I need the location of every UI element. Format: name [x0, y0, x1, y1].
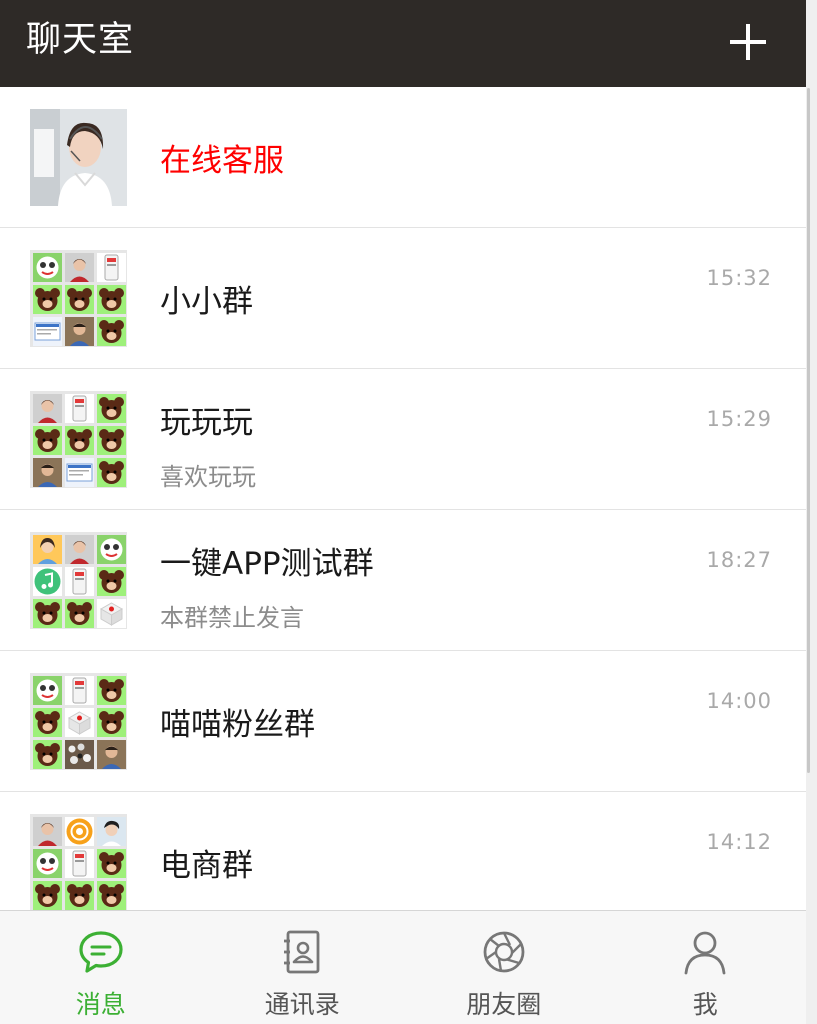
chat-time: 14:00	[706, 689, 772, 713]
tab-contacts[interactable]: 通讯录	[202, 911, 404, 1024]
bear-avatar-icon	[33, 740, 62, 769]
bear-avatar-icon	[97, 458, 126, 487]
chat-preview: 喜欢玩玩	[160, 463, 256, 491]
member-avatar	[65, 253, 94, 282]
bear-avatar-icon	[33, 708, 62, 737]
member-avatar	[97, 535, 126, 564]
group-avatar	[30, 814, 127, 910]
chat-list[interactable]: 在线客服 小小群 15:32 玩玩玩 喜欢玩玩 15:29 一键APP测试群 本…	[0, 87, 806, 910]
chat-row[interactable]: 电商群 14:12	[0, 792, 806, 910]
chat-time: 14:12	[706, 830, 772, 854]
member-avatar	[65, 317, 94, 346]
dice-icon	[97, 599, 126, 628]
member-avatar	[65, 849, 94, 878]
member-avatar	[65, 740, 94, 769]
member-avatar	[33, 817, 62, 846]
avatar	[30, 109, 127, 206]
contacts-book-icon	[284, 930, 320, 974]
top-bar: 聊天室	[0, 0, 808, 87]
customer-service-avatar-icon	[30, 109, 127, 206]
tab-messages[interactable]: 消息	[0, 911, 202, 1024]
chat-row-customer-service[interactable]: 在线客服	[0, 87, 806, 228]
group-avatar	[30, 673, 127, 770]
member-avatar	[33, 458, 62, 487]
chat-row[interactable]: 玩玩玩 喜欢玩玩 15:29	[0, 369, 806, 510]
group-avatar	[30, 391, 127, 488]
tab-moments[interactable]: 朋友圈	[403, 911, 605, 1024]
member-avatar	[65, 535, 94, 564]
chat-time: 18:27	[706, 548, 772, 572]
member-avatar	[65, 394, 94, 423]
chat-time: 15:29	[706, 407, 772, 431]
tab-label: 通讯录	[264, 990, 340, 1019]
bear-avatar-icon	[33, 426, 62, 455]
bear-avatar-icon	[97, 881, 126, 910]
chat-row[interactable]: 喵喵粉丝群 14:00	[0, 651, 806, 792]
bear-avatar-icon	[65, 285, 94, 314]
person-icon	[684, 931, 726, 975]
tab-me[interactable]: 我	[605, 911, 807, 1024]
tab-label: 朋友圈	[466, 990, 542, 1019]
bear-avatar-icon	[97, 567, 126, 596]
member-avatar	[33, 849, 62, 878]
member-avatar	[97, 740, 126, 769]
page-title: 聊天室	[26, 20, 135, 60]
chat-name: 小小群	[160, 284, 253, 320]
chat-bubble-icon	[79, 931, 123, 973]
bear-avatar-icon	[97, 426, 126, 455]
bear-avatar-icon	[33, 285, 62, 314]
chat-time: 15:32	[706, 266, 772, 290]
bear-avatar-icon	[97, 285, 126, 314]
chat-name: 电商群	[160, 848, 253, 884]
bear-avatar-icon	[65, 426, 94, 455]
group-avatar	[30, 250, 127, 347]
member-avatar	[33, 535, 62, 564]
chat-row[interactable]: 小小群 15:32	[0, 228, 806, 369]
bear-avatar-icon	[97, 676, 126, 705]
target-icon	[65, 817, 94, 846]
member-avatar	[65, 458, 94, 487]
bear-avatar-icon	[33, 599, 62, 628]
bear-avatar-icon	[97, 317, 126, 346]
chat-name: 在线客服	[160, 143, 284, 179]
chat-room-screen: 聊天室 在线客服 小小群 15:32 玩玩玩 喜欢玩玩 15:29 一键APP测…	[0, 0, 817, 1024]
music-icon	[33, 567, 62, 596]
dice-icon	[65, 708, 94, 737]
bear-avatar-icon	[33, 881, 62, 910]
tab-label: 我	[692, 990, 718, 1019]
scrollbar-thumb[interactable]	[807, 88, 810, 773]
bear-avatar-icon	[97, 394, 126, 423]
chat-preview: 本群禁止发言	[160, 604, 304, 632]
member-avatar	[97, 817, 126, 846]
chat-name: 喵喵粉丝群	[160, 707, 315, 743]
member-avatar	[33, 394, 62, 423]
camera-aperture-icon	[483, 931, 525, 973]
bear-avatar-icon	[97, 708, 126, 737]
bottom-tab-bar: 消息 通讯录 朋友圈 我	[0, 910, 806, 1024]
member-avatar	[65, 567, 94, 596]
chat-name: 玩玩玩	[160, 405, 253, 441]
member-avatar	[97, 253, 126, 282]
bear-avatar-icon	[65, 599, 94, 628]
group-avatar	[30, 532, 127, 629]
member-avatar	[65, 676, 94, 705]
plus-icon[interactable]	[730, 24, 766, 60]
chat-name: 一键APP测试群	[160, 546, 374, 582]
chat-row[interactable]: 一键APP测试群 本群禁止发言 18:27	[0, 510, 806, 651]
member-avatar	[33, 317, 62, 346]
bear-avatar-icon	[97, 849, 126, 878]
bear-avatar-icon	[65, 881, 94, 910]
member-avatar	[33, 676, 62, 705]
tab-label: 消息	[75, 990, 126, 1019]
member-avatar	[33, 253, 62, 282]
